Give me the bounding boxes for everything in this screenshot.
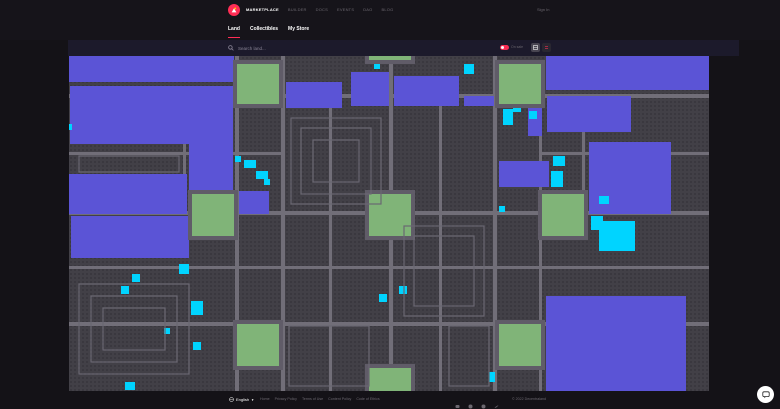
footer-link-home[interactable]: Home (260, 397, 270, 401)
footer-link-content-policy[interactable]: Content Policy (328, 397, 351, 401)
footer-link-privacy[interactable]: Privacy Policy (275, 397, 297, 401)
footer-links: Home Privacy Policy Terms of Use Content… (260, 397, 380, 401)
marketplace-tabs: Land Collectibles My Store (228, 26, 309, 38)
nav-marketplace[interactable]: MARKETPLACE (246, 7, 279, 12)
twitter-icon[interactable] (494, 396, 499, 408)
logo-icon (231, 7, 237, 13)
list-view-button[interactable] (542, 43, 551, 52)
reddit-icon[interactable] (468, 396, 473, 409)
tab-my-store[interactable]: My Store (288, 26, 309, 32)
main-nav: MARKETPLACE BUILDER DOCS EVENTS DAO BLOG (246, 7, 393, 12)
footer-link-terms[interactable]: Terms of Use (302, 397, 323, 401)
decentraland-logo[interactable] (228, 4, 240, 16)
tab-land[interactable]: Land (228, 26, 240, 38)
chat-icon (761, 390, 770, 398)
copyright-text: © 2022 Decentraland (512, 397, 547, 401)
top-navbar: MARKETPLACE BUILDER DOCS EVENTS DAO BLOG… (0, 0, 780, 20)
land-map[interactable] (69, 56, 709, 391)
grid-icon (533, 45, 538, 50)
discord-icon[interactable] (455, 396, 460, 408)
app-root: MARKETPLACE BUILDER DOCS EVENTS DAO BLOG… (0, 0, 780, 409)
footer-link-code-of-ethics[interactable]: Code of Ethics (356, 397, 379, 401)
map-search-bar: On sale (68, 40, 739, 56)
language-label: English (236, 397, 250, 402)
search-input[interactable] (238, 43, 358, 53)
footer: English ▼ Home Privacy Policy Terms of U… (0, 391, 780, 409)
nav-builder[interactable]: BUILDER (288, 7, 307, 12)
globe-icon (229, 397, 234, 402)
social-links (455, 396, 499, 409)
chat-support-button[interactable] (757, 386, 774, 403)
search-icon (228, 45, 234, 51)
marketplace-subnav: Land Collectibles My Store (0, 20, 780, 40)
tab-collectibles[interactable]: Collectibles (250, 26, 278, 32)
language-selector[interactable]: English ▼ (229, 397, 254, 402)
map-view-button[interactable] (531, 43, 540, 52)
nav-blog[interactable]: BLOG (381, 7, 393, 12)
on-sale-toggle[interactable] (500, 45, 509, 50)
on-sale-label: On sale (511, 45, 524, 49)
caret-down-icon: ▼ (251, 397, 255, 402)
nav-docs[interactable]: DOCS (316, 7, 328, 12)
sign-in-link[interactable]: Sign In (537, 7, 549, 12)
github-icon[interactable] (481, 396, 486, 409)
list-icon (545, 46, 548, 49)
land-map-canvas[interactable] (69, 56, 709, 391)
nav-events[interactable]: EVENTS (337, 7, 354, 12)
nav-dao[interactable]: DAO (363, 7, 372, 12)
